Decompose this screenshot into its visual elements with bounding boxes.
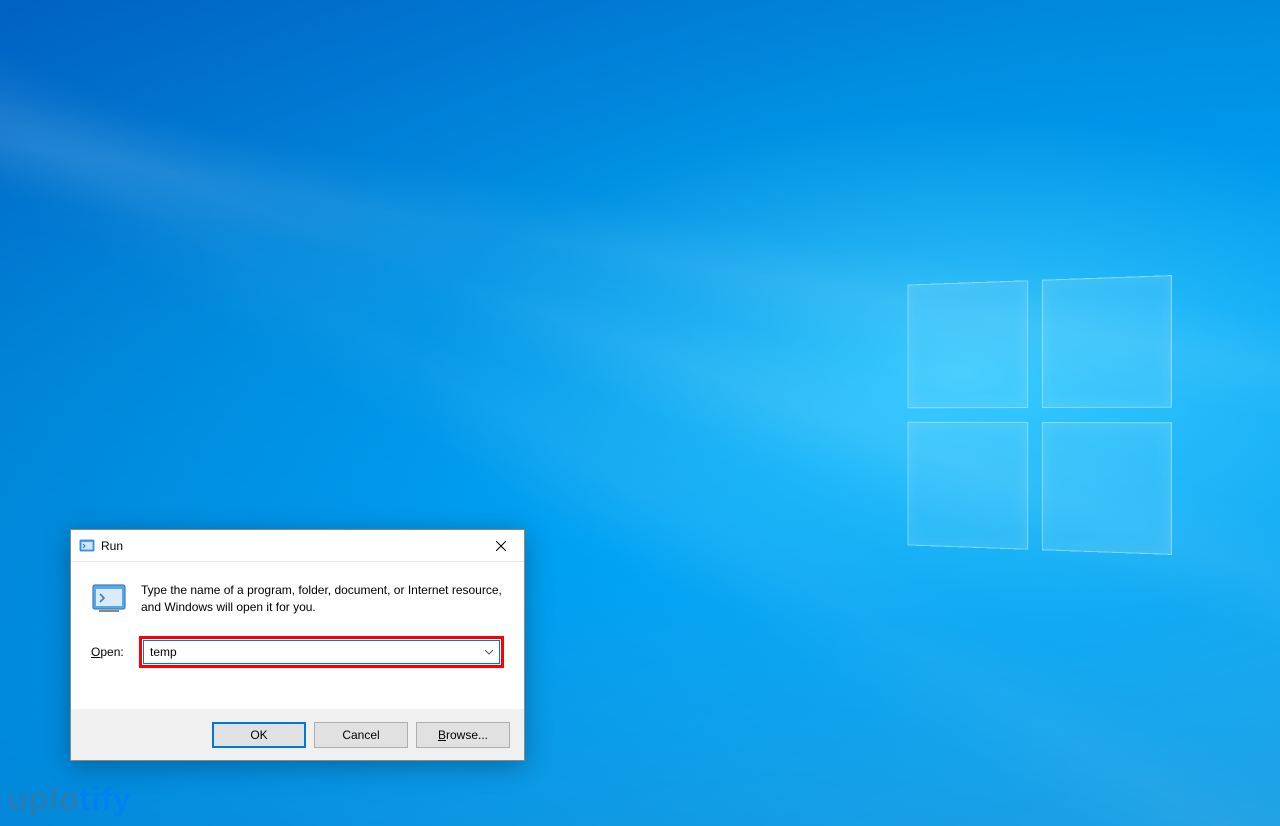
dialog-body: Type the name of a program, folder, docu… bbox=[71, 562, 524, 704]
button-row: OK Cancel Browse... bbox=[71, 709, 524, 760]
titlebar[interactable]: Run bbox=[71, 530, 524, 562]
logo-pane bbox=[1042, 422, 1172, 555]
browse-button[interactable]: Browse... bbox=[416, 722, 510, 748]
info-row: Type the name of a program, folder, docu… bbox=[91, 580, 504, 616]
combobox-dropdown-button[interactable] bbox=[479, 641, 499, 663]
logo-pane bbox=[907, 280, 1028, 408]
run-prompt-icon bbox=[79, 538, 95, 554]
watermark-prefix: uplo bbox=[8, 781, 80, 817]
close-icon bbox=[496, 541, 506, 551]
dialog-description: Type the name of a program, folder, docu… bbox=[141, 580, 504, 616]
dialog-title: Run bbox=[101, 539, 478, 553]
open-input[interactable] bbox=[144, 642, 479, 662]
annotation-highlight bbox=[139, 636, 504, 668]
run-dialog: Run Type the name of a program, folder, … bbox=[70, 529, 525, 761]
chevron-down-icon bbox=[485, 650, 493, 655]
windows-logo bbox=[907, 275, 1171, 555]
logo-pane bbox=[1042, 275, 1172, 408]
close-button[interactable] bbox=[478, 530, 524, 562]
open-label: Open: bbox=[91, 645, 139, 659]
cancel-button[interactable]: Cancel bbox=[314, 722, 408, 748]
open-combobox[interactable] bbox=[143, 640, 500, 664]
watermark-suffix: tify bbox=[80, 781, 132, 817]
ok-button[interactable]: OK bbox=[212, 722, 306, 748]
watermark: uplotify bbox=[8, 781, 132, 818]
input-row: Open: bbox=[91, 636, 504, 668]
logo-pane bbox=[907, 422, 1028, 550]
run-prompt-icon bbox=[91, 580, 127, 616]
